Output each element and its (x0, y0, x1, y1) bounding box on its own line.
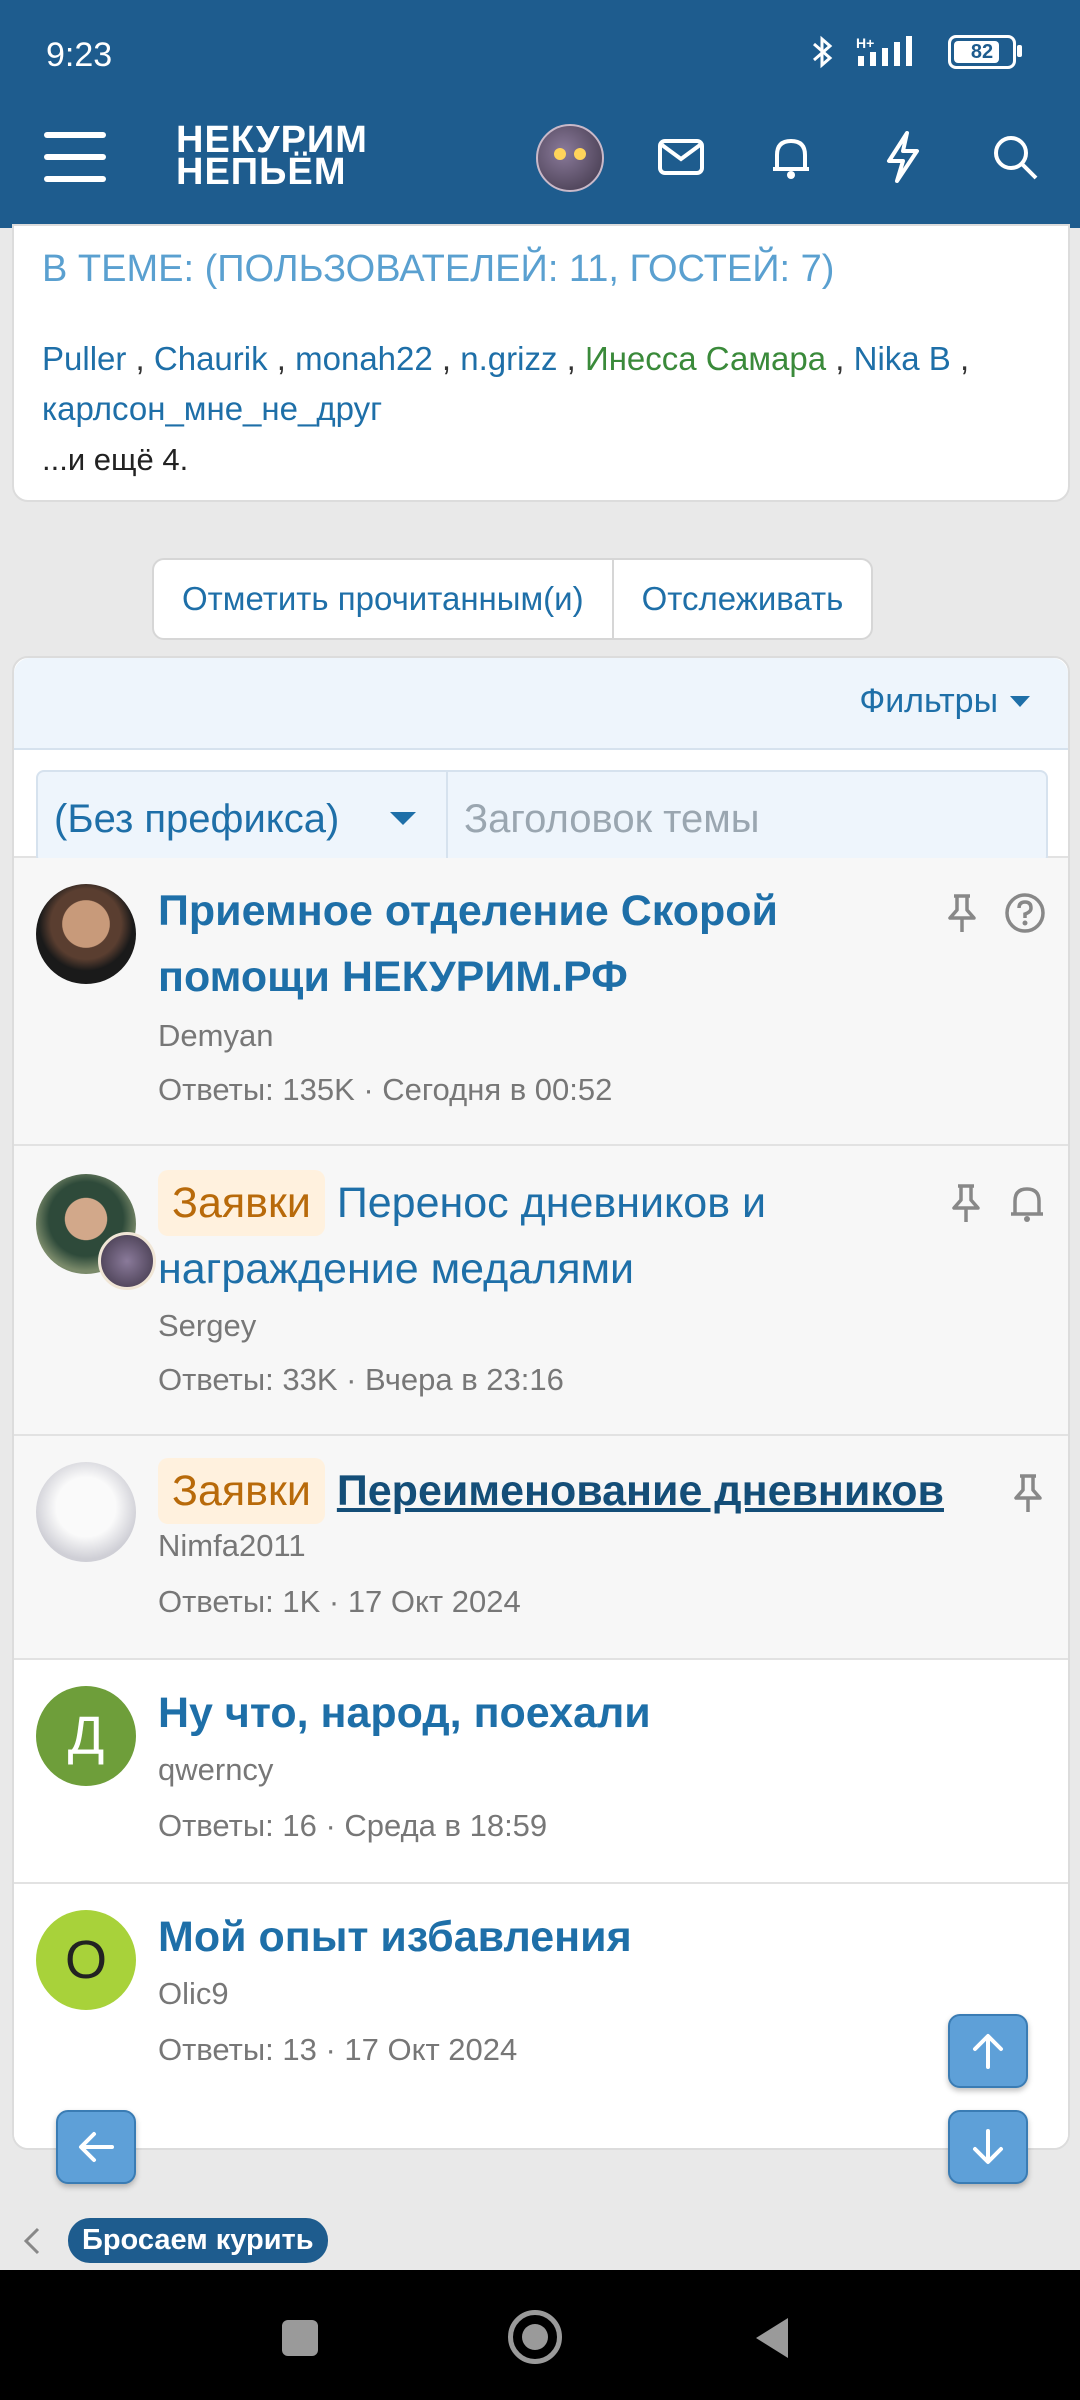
thread-item[interactable]: O Мой опыт избавления Olic9 Ответы: 13 ·… (14, 1884, 1068, 2148)
prefix-label[interactable]: Заявки (158, 1170, 325, 1236)
recents-button[interactable] (282, 2320, 318, 2356)
user-link[interactable]: Инесса Самара (585, 340, 826, 377)
home-button[interactable] (508, 2310, 562, 2364)
thread-meta: Ответы: 13 · 17 Окт 2024 (158, 2032, 518, 2067)
thread-title[interactable]: Заявки Переименование дневников (158, 1458, 998, 1524)
bell-icon[interactable] (760, 126, 822, 188)
thread-meta: Ответы: 16 · Среда в 18:59 (158, 1808, 548, 1843)
user-link[interactable]: Puller (42, 340, 126, 377)
thread-item[interactable]: Заявки Переименование дневников Nimfa2011… (14, 1436, 1068, 1660)
thread-title[interactable]: Приемное отделение Скорой помощи НЕКУРИМ… (158, 878, 918, 1010)
thread-list: Фильтры (Без префикса) Заголовок темы Пр… (12, 656, 1070, 2150)
thread-item[interactable]: Д Ну что, народ, поехали qwerncy Ответы:… (14, 1660, 1068, 1884)
back-button[interactable] (56, 2110, 136, 2184)
site-logo[interactable]: НЕКУРИМ НЕПЬЁМ (176, 121, 368, 191)
mark-read-button[interactable]: Отметить прочитанным(и) (154, 560, 612, 638)
author-avatar[interactable] (36, 1462, 136, 1562)
quick-thread-row: (Без префикса) Заголовок темы (14, 750, 1068, 864)
online-users-block: В ТЕМЕ: (ПОЛЬЗОВАТЕЛЕЙ: 11, ГОСТЕЙ: 7) P… (12, 224, 1070, 502)
filter-bar: Фильтры (14, 658, 1068, 750)
thread-title[interactable]: Мой опыт избавления (158, 1904, 918, 1970)
thread-title[interactable]: Ну что, народ, поехали (158, 1680, 918, 1746)
menu-button[interactable] (44, 132, 106, 184)
participant-avatar (98, 1232, 156, 1290)
arrow-left-icon (79, 2132, 114, 2162)
watch-button[interactable]: Отслеживать (611, 560, 872, 638)
whats-new-bolt-icon[interactable] (872, 126, 934, 188)
user-link[interactable]: карлсон_мне_не_друг (42, 390, 382, 427)
scroll-top-button[interactable] (948, 2014, 1028, 2088)
prefix-select[interactable]: (Без префикса) (36, 770, 448, 864)
author-avatar[interactable] (36, 884, 136, 984)
svg-text:H+: H+ (856, 35, 874, 51)
thread-author[interactable]: Demyan (158, 1018, 273, 1054)
thread-meta: Ответы: 33K · Вчера в 23:16 (158, 1362, 564, 1397)
question-icon (1005, 893, 1045, 933)
author-avatar[interactable]: Д (36, 1686, 136, 1786)
thread-meta: Ответы: 1K · 17 Окт 2024 (158, 1584, 521, 1619)
thread-author[interactable]: Olic9 (158, 1976, 229, 2012)
bluetooth-icon (813, 35, 833, 69)
status-time: 9:23 (46, 36, 113, 74)
user-link[interactable]: Chaurik (154, 340, 268, 377)
filters-button[interactable]: Фильтры (859, 682, 1030, 721)
search-icon[interactable] (984, 126, 1046, 188)
thread-author[interactable]: Sergey (158, 1308, 256, 1344)
bell-icon (1011, 1187, 1043, 1222)
online-users-title: В ТЕМЕ: (ПОЛЬЗОВАТЕЛЕЙ: 11, ГОСТЕЙ: 7) (42, 248, 835, 290)
chevron-down-icon (1010, 696, 1030, 707)
status-icons: H+ 82 (808, 34, 1022, 70)
arrow-down-icon (973, 2129, 1003, 2164)
chevron-left-icon[interactable] (22, 2226, 42, 2256)
thread-meta: Ответы: 135K · Сегодня в 00:52 (158, 1072, 613, 1107)
user-link[interactable]: monah22 (295, 340, 433, 377)
user-avatar[interactable] (536, 124, 604, 192)
arrow-up-icon (973, 2034, 1003, 2069)
pin-icon (1014, 1474, 1042, 1512)
thread-author[interactable]: Nimfa2011 (158, 1528, 306, 1564)
back-nav-icon[interactable] (752, 2314, 792, 2362)
user-link[interactable]: Nika B (854, 340, 951, 377)
thread-author[interactable]: qwerncy (158, 1752, 273, 1788)
prefix-label[interactable]: Заявки (158, 1458, 325, 1524)
scroll-bottom-button[interactable] (948, 2110, 1028, 2184)
more-users: ...и ещё 4. (42, 442, 189, 477)
author-avatar[interactable]: O (36, 1910, 136, 2010)
user-link[interactable]: n.grizz (460, 340, 557, 377)
thread-title-input[interactable]: Заголовок темы (448, 770, 1048, 864)
breadcrumb-forum[interactable]: Бросаем курить (68, 2218, 328, 2263)
battery-icon: 82 (948, 35, 1022, 69)
thread-actions: Отметить прочитанным(и) Отслеживать (152, 558, 874, 640)
thread-item[interactable]: Заявки Перенос дневников и награждение ме… (14, 1146, 1068, 1436)
online-users-list: Puller , Chaurik , monah22 , n.grizz , И… (42, 340, 970, 427)
app-header: 9:23 H+ 82 НЕКУРИМ НЕПЬЁМ (0, 0, 1080, 228)
breadcrumb: Бросаем курить (22, 2218, 328, 2263)
system-navbar (0, 2270, 1080, 2400)
signal-icon: H+ (856, 35, 912, 66)
thread-title[interactable]: Заявки Перенос дневников и награждение ме… (158, 1170, 918, 1302)
thread-item[interactable]: Приемное отделение Скорой помощи НЕКУРИМ… (14, 858, 1068, 1146)
pin-icon (952, 1184, 980, 1222)
inbox-icon[interactable] (650, 126, 712, 188)
chevron-down-icon (390, 812, 416, 825)
pin-icon (948, 894, 976, 932)
